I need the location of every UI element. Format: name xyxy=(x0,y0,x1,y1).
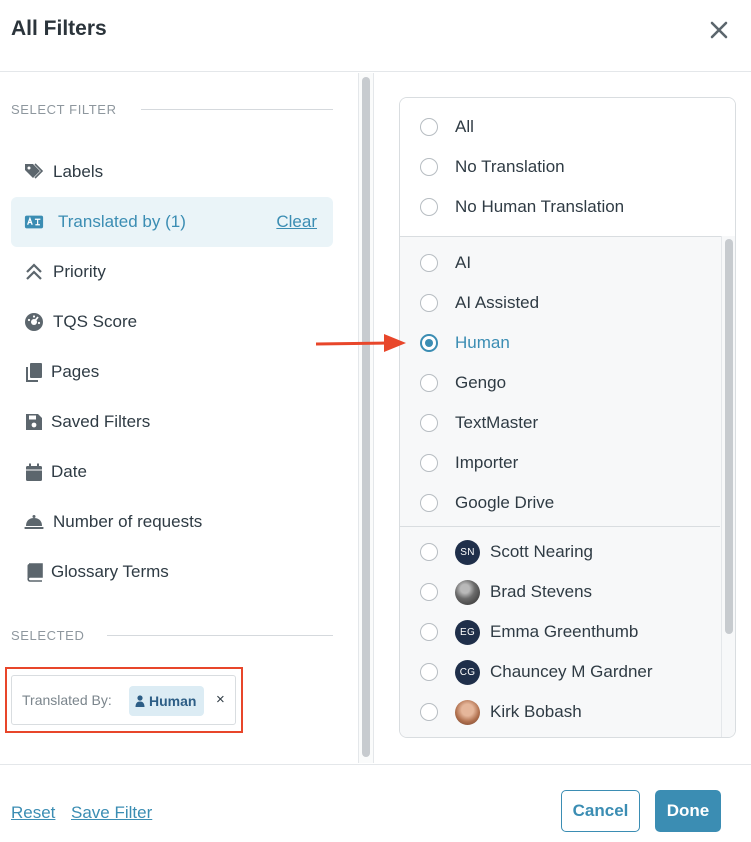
filter-label: Date xyxy=(51,462,87,481)
filter-options-panel: All No Translation No Human Translation … xyxy=(399,97,736,738)
gauge-icon xyxy=(24,312,44,332)
book-icon xyxy=(24,562,44,582)
option-no-translation[interactable]: No Translation xyxy=(400,147,720,187)
radio-button[interactable] xyxy=(420,414,438,432)
option-label: No Translation xyxy=(455,157,565,176)
close-icon[interactable] xyxy=(707,18,731,42)
option-human[interactable]: Human xyxy=(400,323,720,363)
filter-label: Labels xyxy=(53,162,104,181)
filter-label: Saved Filters xyxy=(51,412,151,431)
calendar-icon xyxy=(24,462,44,482)
filter-item-number-of-requests[interactable]: Number of requests xyxy=(11,497,333,547)
option-ai-assisted[interactable]: AI Assisted xyxy=(400,283,720,323)
filter-label: Glossary Terms xyxy=(51,562,169,581)
option-label: Brad Stevens xyxy=(490,582,593,601)
option-user-chauncey-m-gardner[interactable]: CG Chauncey M Gardner xyxy=(400,652,720,692)
option-label: Human xyxy=(455,333,510,352)
avatar: EG xyxy=(455,620,480,645)
filter-label: Translated by (1) xyxy=(58,212,186,231)
clear-filter-link[interactable]: Clear xyxy=(276,212,317,232)
option-ai[interactable]: AI xyxy=(400,243,720,283)
scrollbar-thumb[interactable] xyxy=(725,239,733,634)
option-user-brad-stevens[interactable]: Brad Stevens xyxy=(400,572,720,612)
options-divider xyxy=(400,526,720,527)
option-label: Emma Greenthumb xyxy=(490,622,639,641)
tag-icon xyxy=(24,162,44,182)
chevrons-up-icon xyxy=(24,262,44,282)
filter-label: TQS Score xyxy=(53,312,138,331)
reset-link[interactable]: Reset xyxy=(11,803,55,823)
option-label: Importer xyxy=(455,453,519,472)
option-label: Gengo xyxy=(455,373,507,392)
option-label: Kirk Bobash xyxy=(490,702,582,721)
radio-button[interactable] xyxy=(420,454,438,472)
options-divider xyxy=(400,236,735,237)
option-gengo[interactable]: Gengo xyxy=(400,363,720,403)
filter-item-translated-by[interactable]: Translated by (1) Clear xyxy=(11,197,333,247)
filter-item-tqs-score[interactable]: TQS Score xyxy=(11,297,333,347)
select-filter-heading: SELECT FILTER xyxy=(11,102,117,117)
radio-button[interactable] xyxy=(420,543,438,561)
filter-item-date[interactable]: Date xyxy=(11,447,333,497)
left-scrollbar[interactable] xyxy=(358,73,374,763)
radio-button[interactable] xyxy=(420,703,438,721)
radio-button[interactable] xyxy=(420,494,438,512)
option-label: No Human Translation xyxy=(455,197,625,216)
cancel-button[interactable]: Cancel xyxy=(561,790,640,832)
heading-divider xyxy=(107,635,333,636)
filter-label: Priority xyxy=(53,262,106,281)
filter-item-labels[interactable]: Labels xyxy=(11,147,333,197)
option-label: Google Drive xyxy=(455,493,555,512)
radio-button[interactable] xyxy=(420,663,438,681)
bell-icon xyxy=(24,512,44,532)
option-user-kirk-bobash[interactable]: Kirk Bobash xyxy=(400,692,720,732)
radio-button[interactable] xyxy=(420,583,438,601)
avatar: CG xyxy=(455,660,480,685)
selected-heading: SELECTED xyxy=(11,628,85,643)
heading-divider xyxy=(141,109,333,110)
option-label: Chauncey M Gardner xyxy=(490,662,653,681)
option-textmaster[interactable]: TextMaster xyxy=(400,403,720,443)
filter-label: Number of requests xyxy=(53,512,203,531)
option-label: All xyxy=(455,117,474,136)
option-user-emma-greenthumb[interactable]: EG Emma Greenthumb xyxy=(400,612,720,652)
option-google-drive[interactable]: Google Drive xyxy=(400,483,720,523)
options-scrollbar[interactable] xyxy=(721,236,735,737)
save-filter-link[interactable]: Save Filter xyxy=(71,803,152,823)
scrollbar-thumb[interactable] xyxy=(362,77,370,757)
filter-item-pages[interactable]: Pages xyxy=(11,347,333,397)
filter-category-panel: SELECT FILTER Labels Translated by (1) C… xyxy=(0,73,358,763)
option-user-scott-nearing[interactable]: SN Scott Nearing xyxy=(400,532,720,572)
filter-label: Pages xyxy=(51,362,100,381)
radio-button[interactable] xyxy=(420,158,438,176)
option-label: AI xyxy=(455,253,472,272)
avatar xyxy=(455,700,480,725)
highlight-annotation-box xyxy=(5,667,243,733)
avatar: SN xyxy=(455,540,480,565)
radio-button[interactable] xyxy=(420,623,438,641)
filter-item-saved-filters[interactable]: Saved Filters xyxy=(11,397,333,447)
modal-header: All Filters xyxy=(0,0,751,72)
modal-title: All Filters xyxy=(11,17,107,40)
option-importer[interactable]: Importer xyxy=(400,443,720,483)
filter-item-priority[interactable]: Priority xyxy=(11,247,333,297)
done-button[interactable]: Done xyxy=(655,790,721,832)
radio-button[interactable] xyxy=(420,374,438,392)
avatar xyxy=(455,580,480,605)
option-label: TextMaster xyxy=(455,413,539,432)
annotation-arrow-icon xyxy=(316,334,406,352)
save-icon xyxy=(24,412,44,432)
radio-button-checked[interactable] xyxy=(420,334,438,352)
option-label: Scott Nearing xyxy=(490,542,593,561)
pages-icon xyxy=(24,362,44,382)
radio-button[interactable] xyxy=(420,198,438,216)
radio-button[interactable] xyxy=(420,294,438,312)
option-all[interactable]: All xyxy=(400,107,720,147)
radio-button[interactable] xyxy=(420,118,438,136)
translate-icon xyxy=(24,212,44,232)
filter-item-glossary-terms[interactable]: Glossary Terms xyxy=(11,547,333,597)
option-label: AI Assisted xyxy=(455,293,540,312)
option-no-human-translation[interactable]: No Human Translation xyxy=(400,187,720,227)
radio-button[interactable] xyxy=(420,254,438,272)
